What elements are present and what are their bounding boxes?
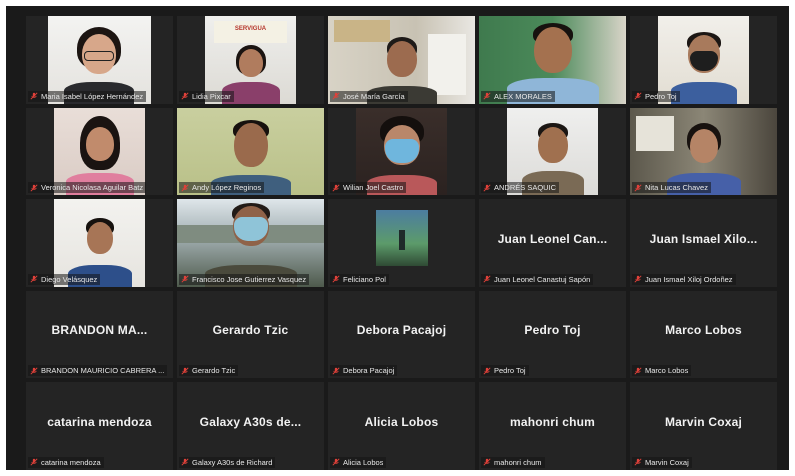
participant-tile[interactable]: catarina mendoza catarina mendoza — [26, 382, 173, 470]
participant-name-label: Marvin Coxaj — [632, 456, 692, 468]
muted-mic-icon — [483, 367, 491, 375]
participant-name-label: ALEX MORALES — [481, 90, 555, 102]
participant-display-name: Alicia Lobos — [364, 414, 439, 429]
participant-tile[interactable]: Alicia Lobos Alicia Lobos — [328, 382, 475, 470]
muted-mic-icon — [181, 458, 189, 467]
participant-name-label: BRANDON MAURICIO CABRERA ... — [28, 365, 168, 377]
participant-tile[interactable]: Feliciano Pol — [328, 199, 475, 287]
participant-display-name: BRANDON MA... — [51, 323, 148, 338]
participant-tile[interactable]: mahonri chum mahonri chum — [479, 382, 626, 470]
participant-display-name: Marvin Coxaj — [664, 414, 743, 429]
participant-name-label: José María García — [330, 90, 408, 102]
participant-tile[interactable]: Francisco Jose Gutierrez Vasquez — [177, 199, 324, 287]
muted-mic-icon — [30, 275, 38, 283]
participant-tile[interactable]: SERVIGUA Lidia Pixcar — [177, 16, 324, 104]
participant-tile[interactable]: Juan Ismael Xilo... Juan Ismael Xiloj Or… — [630, 199, 777, 287]
muted-mic-icon — [634, 275, 642, 283]
muted-mic-icon — [181, 275, 189, 283]
participant-name-label: Diego Velásquez — [28, 273, 101, 285]
servigua-sign: SERVIGUA — [214, 21, 287, 44]
participant-name-label: Wilian Joel Castro — [330, 182, 407, 194]
participant-tile[interactable]: José María García — [328, 16, 475, 104]
participant-tile[interactable]: ALEX MORALES — [479, 16, 626, 104]
participant-display-name: Debora Pacajoj — [356, 323, 447, 338]
muted-mic-icon — [332, 458, 340, 467]
participant-name-label: Juan Leonel Canastuj Sapón — [481, 273, 594, 285]
participant-name-label: Gerardo Tzic — [179, 365, 239, 377]
muted-mic-icon — [30, 184, 38, 192]
muted-mic-icon — [483, 184, 491, 192]
participant-name-label: Pedro Toj — [481, 365, 529, 377]
participant-display-name: Pedro Toj — [524, 323, 581, 338]
participant-tile[interactable]: Gerardo Tzic Gerardo Tzic — [177, 290, 324, 379]
muted-mic-icon — [483, 92, 491, 100]
participant-name-label: Maria Isabel López Hernández — [28, 90, 147, 102]
participant-tile[interactable]: Pedro Toj — [630, 16, 777, 104]
participant-name-label: Pedro Toj — [632, 90, 680, 102]
participant-display-name: Marco Lobos — [665, 323, 742, 338]
muted-mic-icon — [483, 458, 491, 467]
muted-mic-icon — [30, 367, 38, 375]
participant-name-label: catarina mendoza — [28, 456, 104, 468]
participant-name-label: Andy López Reginos — [179, 182, 265, 194]
participant-display-name: Juan Ismael Xilo... — [649, 231, 758, 246]
participant-tile[interactable]: Debora Pacajoj Debora Pacajoj — [328, 290, 475, 379]
participant-name-label: Marco Lobos — [632, 365, 692, 377]
muted-mic-icon — [483, 275, 491, 283]
muted-mic-icon — [30, 458, 38, 467]
participant-name-label: Galaxy A30s de Richard — [179, 456, 276, 468]
participant-tile[interactable]: Marco Lobos Marco Lobos — [630, 290, 777, 379]
muted-mic-icon — [634, 92, 642, 100]
participant-tile[interactable]: Andy López Reginos — [177, 107, 324, 196]
profile-picture — [375, 209, 428, 266]
participant-tile[interactable]: Nita Lucas Chavez — [630, 107, 777, 196]
muted-mic-icon — [332, 275, 340, 283]
muted-mic-icon — [30, 92, 38, 100]
participant-name-label: Juan Ismael Xiloj Ordoñez — [632, 273, 736, 285]
participant-tile[interactable]: Veronica Nicolasa Aguilar Batz — [26, 107, 173, 196]
participant-display-name: mahonri chum — [509, 414, 596, 429]
participant-tile[interactable]: ANDRÉS SAQUIC — [479, 107, 626, 196]
muted-mic-icon — [332, 367, 340, 375]
participant-name-label: mahonri chum — [481, 456, 545, 468]
participant-name-label: Feliciano Pol — [330, 273, 389, 285]
participant-name-label: Francisco Jose Gutierrez Vasquez — [179, 273, 310, 285]
participant-gallery: Maria Isabel López Hernández SERVIGUA Li… — [26, 16, 777, 470]
participant-display-name: Galaxy A30s de... — [199, 414, 302, 429]
participant-tile[interactable]: Pedro Toj Pedro Toj — [479, 290, 626, 379]
participant-display-name: catarina mendoza — [47, 414, 152, 429]
participant-tile[interactable]: Diego Velásquez — [26, 199, 173, 287]
muted-mic-icon — [181, 184, 189, 192]
muted-mic-icon — [634, 458, 642, 467]
participant-tile[interactable]: Maria Isabel López Hernández — [26, 16, 173, 104]
participant-name-label: Nita Lucas Chavez — [632, 182, 711, 194]
muted-mic-icon — [634, 184, 642, 192]
participant-display-name: Juan Leonel Can... — [497, 231, 608, 246]
participant-tile[interactable]: Marvin Coxaj Marvin Coxaj — [630, 382, 777, 470]
participant-name-label: Debora Pacajoj — [330, 365, 398, 377]
participant-name-label: Lidia Pixcar — [179, 90, 234, 102]
muted-mic-icon — [634, 367, 642, 375]
participant-name-label: ANDRÉS SAQUIC — [481, 182, 560, 194]
muted-mic-icon — [332, 92, 340, 100]
participant-tile[interactable]: Juan Leonel Can... Juan Leonel Canastuj … — [479, 199, 626, 287]
participant-tile[interactable]: Galaxy A30s de... Galaxy A30s de Richard — [177, 382, 324, 470]
participant-tile[interactable]: BRANDON MA... BRANDON MAURICIO CABRERA .… — [26, 290, 173, 379]
participant-display-name: Gerardo Tzic — [212, 323, 289, 338]
muted-mic-icon — [332, 184, 340, 192]
muted-mic-icon — [181, 367, 189, 375]
muted-mic-icon — [181, 92, 189, 100]
meeting-window: Maria Isabel López Hernández SERVIGUA Li… — [6, 6, 789, 470]
participant-name-label: Alicia Lobos — [330, 456, 387, 468]
participant-name-label: Veronica Nicolasa Aguilar Batz — [28, 182, 147, 194]
participant-tile[interactable]: Wilian Joel Castro — [328, 107, 475, 196]
